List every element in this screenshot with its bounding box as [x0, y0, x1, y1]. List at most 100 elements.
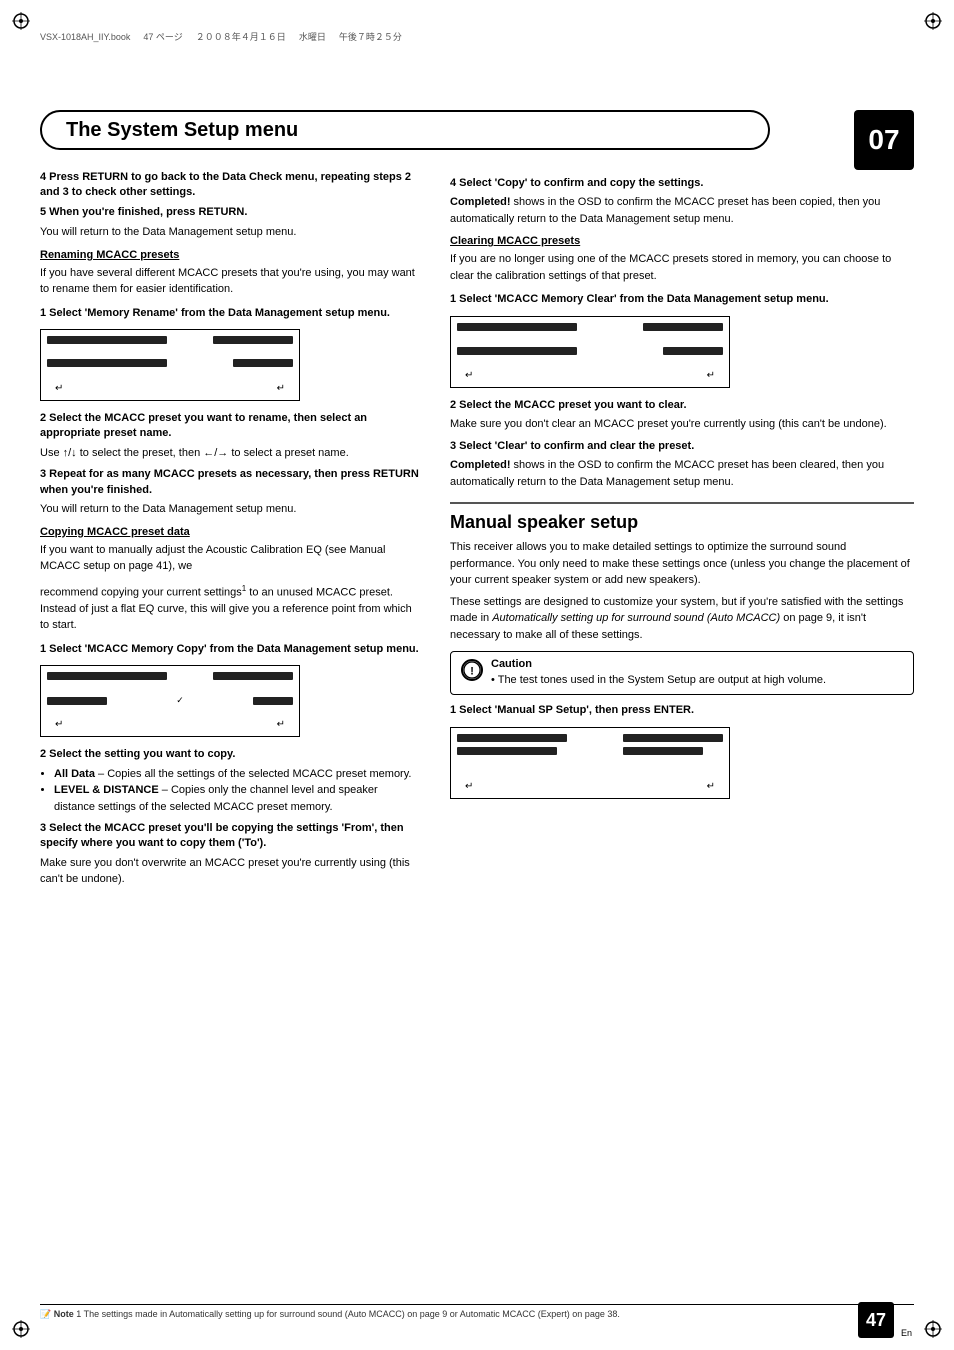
osd-row-1 [47, 336, 293, 344]
osd-arrow-left: ↵ [465, 781, 473, 792]
osd-copying: ✓ ↵ ↵ [40, 665, 300, 737]
left-column: 4 Press RETURN to go back to the Data Ch… [40, 170, 420, 893]
chapter-badge: 07 [854, 110, 914, 170]
caution-title: Caution [491, 658, 826, 670]
renaming-step2-heading: 2 Select the MCACC preset you want to re… [40, 411, 420, 442]
completed-badge-2: Completed! [450, 459, 511, 471]
osd-clearing: ↵ ↵ [450, 316, 730, 388]
osd-arrow-right: ↵ [277, 719, 285, 730]
mcacc-ref: Automatically setting up for surround so… [492, 612, 780, 624]
osd-arrow-left: ↵ [55, 383, 63, 394]
osd-manual-sp: ↵ ↵ [450, 727, 730, 799]
meta-day: 水曜日 [299, 30, 326, 43]
meta-bar: VSX-1018AH_IIY.book 47 ページ ２００８年４月１６日 水曜… [40, 30, 914, 43]
osd-arrow-left: ↵ [465, 370, 473, 381]
manual-desc1: This receiver allows you to make detaile… [450, 539, 914, 589]
osd-arrow-right: ↵ [707, 370, 715, 381]
clearing-desc: If you are no longer using one of the MC… [450, 251, 914, 284]
note-section: 📝 Note 1 The settings made in Automatica… [40, 1304, 914, 1320]
corner-mark-tr [924, 12, 942, 30]
osd-row-1 [457, 323, 723, 331]
osd-line [623, 747, 703, 755]
manual-step1: 1 Select 'Manual SP Setup', then press E… [450, 703, 914, 718]
corner-mark-tl [12, 12, 30, 30]
osd-right-lines [623, 734, 723, 755]
clearing-step2-desc: Make sure you don't clear an MCACC prese… [450, 416, 914, 433]
osd-line [233, 359, 293, 367]
manual-desc2: These settings are designed to customize… [450, 594, 914, 644]
osd-line [213, 336, 293, 344]
renaming-desc: If you have several different MCACC pres… [40, 265, 420, 298]
page-sub: En [901, 1328, 912, 1338]
meta-time: 午後７時２５分 [339, 30, 402, 43]
page-title: The System Setup menu [66, 119, 298, 142]
manual-speaker-setup-section: Manual speaker setup This receiver allow… [450, 502, 914, 799]
caution-text: • The test tones used in the System Setu… [491, 673, 826, 688]
osd-line [663, 347, 723, 355]
osd-arrows: ↵ ↵ [457, 781, 723, 792]
osd-line [253, 697, 293, 705]
header-box: The System Setup menu [40, 110, 770, 150]
osd-check: ✓ [165, 695, 195, 706]
osd-line [457, 323, 577, 331]
note-icon: 📝 Note [40, 1309, 74, 1319]
renaming-step2-desc: Use ↑/↓ to select the preset, then ←/→ t… [40, 445, 420, 462]
osd-arrows: ↵ ↵ [47, 719, 293, 730]
page-number: 47 [858, 1302, 894, 1338]
copying-desc: If you want to manually adjust the Acous… [40, 542, 420, 575]
osd-arrows: ↵ ↵ [47, 383, 293, 394]
osd-line [457, 747, 557, 755]
corner-mark-bl [12, 1320, 30, 1338]
copying-bullets: All Data – Copies all the settings of th… [54, 766, 420, 816]
step4-heading: 4 Press RETURN to go back to the Data Ch… [40, 170, 420, 201]
renaming-step3-desc: You will return to the Data Management s… [40, 501, 420, 518]
right-step4-desc: Completed! shows in the OSD to confirm t… [450, 194, 914, 227]
meta-file: VSX-1018AH_IIY.book [40, 32, 130, 42]
meta-date: ２００８年４月１６日 [196, 30, 286, 43]
osd-arrows: ↵ ↵ [457, 370, 723, 381]
osd-row-2 [457, 347, 723, 355]
osd-renaming: ↵ ↵ [40, 329, 300, 401]
osd-line [47, 359, 167, 367]
manual-title: Manual speaker setup [450, 512, 914, 533]
copying-desc2: recommend copying your current settings1… [40, 583, 420, 634]
osd-line [623, 734, 723, 742]
copying-step3-heading: 3 Select the MCACC preset you'll be copy… [40, 821, 420, 852]
osd-arrow-left: ↵ [55, 719, 63, 730]
clearing-step3-heading: 3 Select 'Clear' to confirm and clear th… [450, 439, 914, 454]
osd-row-2: ✓ [47, 695, 293, 706]
osd-line [457, 347, 577, 355]
completed-badge: Completed! [450, 196, 511, 208]
content-area: 4 Press RETURN to go back to the Data Ch… [40, 170, 914, 1290]
osd-line [47, 336, 167, 344]
caution-content: Caution • The test tones used in the Sys… [491, 658, 826, 688]
right-column: 4 Select 'Copy' to confirm and copy the … [450, 170, 914, 893]
bullet-all-data: All Data – Copies all the settings of th… [54, 766, 420, 783]
clearing-step3-desc: Completed! shows in the OSD to confirm t… [450, 457, 914, 490]
osd-row-1 [457, 734, 723, 755]
osd-line [457, 734, 567, 742]
step5-desc: You will return to the Data Management s… [40, 224, 420, 241]
caution-icon: ! [461, 659, 483, 681]
note-text: 1 The settings made in Automatically set… [76, 1309, 620, 1319]
osd-line [47, 697, 107, 705]
corner-mark-br [924, 1320, 942, 1338]
right-step4-heading: 4 Select 'Copy' to confirm and copy the … [450, 176, 914, 191]
renaming-step1: 1 Select 'Memory Rename' from the Data M… [40, 306, 420, 321]
svg-text:!: ! [470, 666, 474, 678]
osd-row-1 [47, 672, 293, 680]
clearing-step2-heading: 2 Select the MCACC preset you want to cl… [450, 398, 914, 413]
clearing-step1: 1 Select 'MCACC Memory Clear' from the D… [450, 292, 914, 307]
osd-line [213, 672, 293, 680]
meta-page-ref: 47 ページ [143, 30, 182, 43]
osd-row-2 [47, 359, 293, 367]
renaming-step3: 3 Repeat for as many MCACC presets as ne… [40, 467, 420, 498]
clearing-section-title: Clearing MCACC presets [450, 235, 914, 247]
two-column-layout: 4 Press RETURN to go back to the Data Ch… [40, 170, 914, 893]
osd-arrow-right: ↵ [277, 383, 285, 394]
osd-left-lines [457, 734, 577, 755]
copying-section-title: Copying MCACC preset data [40, 526, 420, 538]
osd-arrow-right: ↵ [707, 781, 715, 792]
caution-box: ! Caution • The test tones used in the S… [450, 651, 914, 695]
copying-step3-desc: Make sure you don't overwrite an MCACC p… [40, 855, 420, 888]
